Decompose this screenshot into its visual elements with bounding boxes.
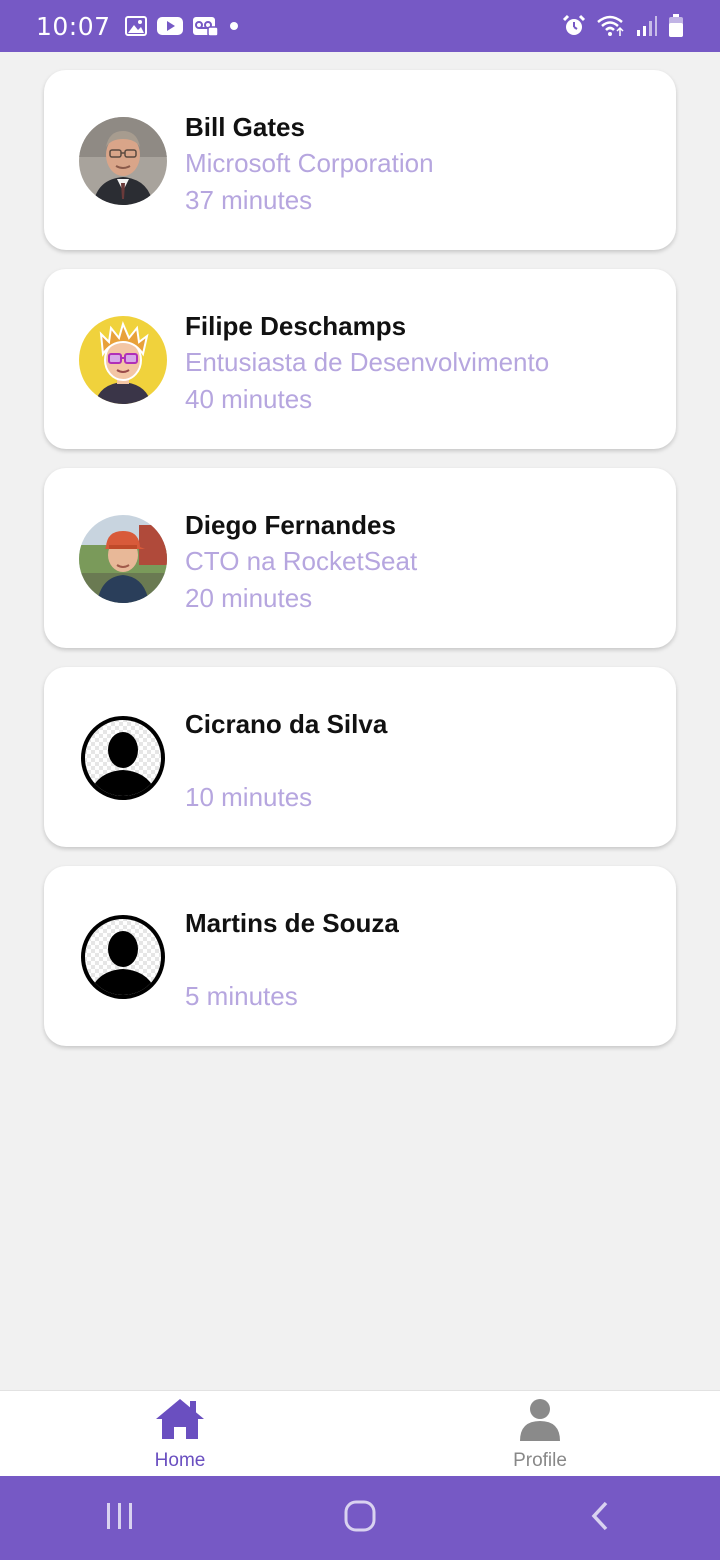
tab-profile[interactable]: Profile bbox=[360, 1391, 720, 1476]
avatar bbox=[79, 316, 167, 404]
contact-list: Bill Gates Microsoft Corporation 37 minu… bbox=[44, 70, 676, 1065]
recent-apps-button[interactable] bbox=[90, 1488, 150, 1548]
voicemail-icon bbox=[192, 15, 219, 37]
contact-name: Filipe Deschamps bbox=[185, 311, 407, 341]
bottom-tab-bar: Home Profile bbox=[0, 1390, 720, 1476]
tab-profile-label: Profile bbox=[513, 1450, 567, 1471]
avatar bbox=[79, 117, 167, 205]
contact-card[interactable]: Cicrano da Silva 10 minutes bbox=[44, 667, 676, 847]
contact-time: 10 minutes bbox=[185, 782, 313, 812]
user-icon bbox=[518, 1397, 562, 1446]
youtube-icon bbox=[156, 16, 183, 36]
home-nav-button[interactable] bbox=[330, 1488, 390, 1548]
signal-icon bbox=[636, 15, 658, 37]
system-icons bbox=[562, 14, 684, 38]
battery-icon bbox=[668, 14, 684, 38]
contact-card[interactable]: Martins de Souza 5 minutes bbox=[44, 866, 676, 1046]
contact-card[interactable]: Bill Gates Microsoft Corporation 37 minu… bbox=[44, 70, 676, 250]
notification-icons bbox=[124, 15, 239, 37]
status-time: 10:07 bbox=[36, 11, 111, 41]
contact-time: 40 minutes bbox=[185, 384, 313, 414]
contact-time: 20 minutes bbox=[185, 583, 313, 613]
contact-name: Cicrano da Silva bbox=[185, 709, 388, 739]
alarm-icon bbox=[562, 14, 586, 38]
back-button[interactable] bbox=[570, 1488, 630, 1548]
contact-name: Martins de Souza bbox=[185, 908, 399, 938]
back-icon bbox=[589, 1500, 611, 1537]
tab-home[interactable]: Home bbox=[0, 1391, 360, 1476]
dot-icon bbox=[229, 21, 239, 31]
contact-role: CTO na RocketSeat bbox=[185, 546, 418, 576]
contact-card[interactable]: Diego Fernandes CTO na RocketSeat 20 min… bbox=[44, 468, 676, 648]
status-bar: 10:07 bbox=[0, 0, 720, 52]
system-nav-bar bbox=[0, 1476, 720, 1560]
home-icon bbox=[154, 1397, 206, 1446]
contact-role: Entusiasta de Desenvolvimento bbox=[185, 347, 550, 377]
contact-time: 37 minutes bbox=[185, 185, 313, 215]
contact-time: 5 minutes bbox=[185, 981, 298, 1011]
recent-apps-icon bbox=[104, 1501, 136, 1536]
wifi-icon bbox=[596, 14, 626, 38]
contact-name: Diego Fernandes bbox=[185, 510, 396, 540]
contact-name: Bill Gates bbox=[185, 112, 305, 142]
avatar bbox=[79, 515, 167, 603]
contact-role: Microsoft Corporation bbox=[185, 148, 434, 178]
contact-card[interactable]: Filipe Deschamps Entusiasta de Desenvolv… bbox=[44, 269, 676, 449]
home-circle-icon bbox=[343, 1499, 377, 1538]
default-user-icon bbox=[79, 913, 167, 1001]
default-user-icon bbox=[79, 714, 167, 802]
tab-home-label: Home bbox=[154, 1450, 206, 1471]
image-icon bbox=[124, 16, 147, 36]
